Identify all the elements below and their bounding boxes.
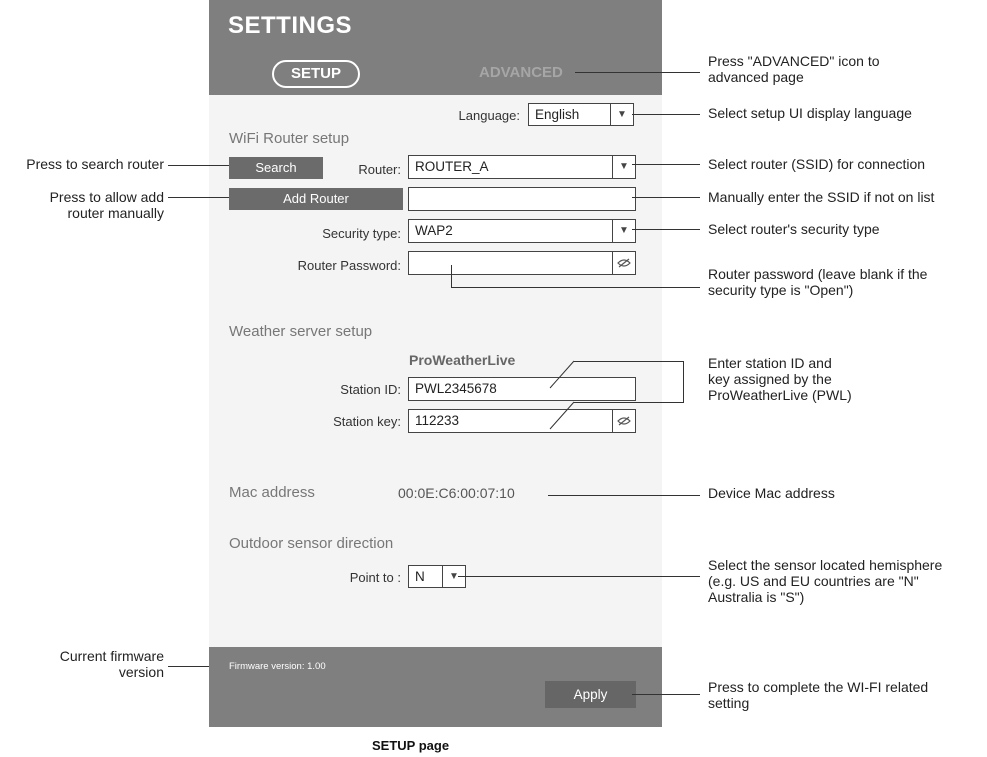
leader-line xyxy=(683,361,684,402)
leader-line xyxy=(451,287,700,288)
annotation-add-router: Press to allow add router manually xyxy=(49,189,164,221)
chevron-down-icon: ▼ xyxy=(610,104,633,125)
leader-line xyxy=(632,229,700,230)
mac-address-label: Mac address xyxy=(229,484,315,501)
router-password-label: Router Password: xyxy=(297,258,401,273)
leader-line xyxy=(458,576,700,577)
leader-line xyxy=(451,265,452,287)
leader-line xyxy=(574,402,684,403)
manual-ssid-input[interactable] xyxy=(408,187,636,211)
firmware-version: Firmware version: 1.00 xyxy=(229,661,326,672)
leader-line xyxy=(168,165,229,166)
leader-line xyxy=(575,72,700,73)
eye-hidden-icon[interactable] xyxy=(612,410,635,432)
sensor-section-title: Outdoor sensor direction xyxy=(229,535,394,552)
leader-line xyxy=(632,114,700,115)
station-key-label: Station key: xyxy=(333,414,401,429)
router-password-input[interactable] xyxy=(408,251,636,275)
mac-address-value: 00:0E:C6:00:07:10 xyxy=(398,485,515,501)
add-router-button[interactable]: Add Router xyxy=(229,188,403,210)
annotation-manual-ssid: Manually enter the SSID if not on list xyxy=(708,189,935,205)
leader-line xyxy=(168,666,209,667)
leader-line xyxy=(632,694,700,695)
annotation-firmware: Current firmware version xyxy=(59,648,164,680)
point-to-label: Point to : xyxy=(349,570,401,585)
annotation-router: Select router (SSID) for connection xyxy=(708,156,926,172)
router-label: Router: xyxy=(358,162,401,177)
chevron-down-icon: ▼ xyxy=(612,156,635,178)
annotation-apply: Press to complete the WI-FI related setti… xyxy=(708,679,929,711)
page-title: SETTINGS xyxy=(228,12,353,39)
leader-line xyxy=(548,495,700,496)
station-id-value: PWL2345678 xyxy=(415,381,497,396)
figure-caption: SETUP page xyxy=(372,738,450,753)
annotation-search: Press to search router xyxy=(26,156,164,172)
tab-advanced[interactable]: ADVANCED xyxy=(479,64,563,81)
annotation-language: Select setup UI display language xyxy=(708,105,912,121)
leader-line xyxy=(574,361,684,362)
eye-hidden-icon[interactable] xyxy=(612,252,635,274)
security-type-value: WAP2 xyxy=(415,223,453,238)
station-key-input[interactable]: 112233 xyxy=(408,409,636,433)
security-type-select[interactable]: WAP2 ▼ xyxy=(408,219,636,243)
weather-section-title: Weather server setup xyxy=(229,323,373,340)
wifi-section-title: WiFi Router setup xyxy=(229,130,350,147)
annotation-password: Router password (leave blank if the secur… xyxy=(708,266,928,298)
station-id-label: Station ID: xyxy=(340,382,401,397)
leader-diagonals xyxy=(549,360,575,430)
annotation-sensor: Select the sensor located hemisphere (e.g… xyxy=(708,557,943,605)
tab-setup[interactable]: SETUP xyxy=(272,60,360,88)
search-button[interactable]: Search xyxy=(229,157,323,179)
router-select[interactable]: ROUTER_A ▼ xyxy=(408,155,636,179)
station-key-value: 112233 xyxy=(415,413,460,428)
security-type-label: Security type: xyxy=(322,226,401,241)
chevron-down-icon: ▼ xyxy=(612,220,635,242)
point-to-value: N xyxy=(415,569,425,584)
annotation-mac: Device Mac address xyxy=(708,485,835,501)
annotation-advanced: Press "ADVANCED" icon to advanced page xyxy=(708,53,880,85)
leader-line xyxy=(632,164,700,165)
language-value: English xyxy=(535,107,580,122)
router-value: ROUTER_A xyxy=(415,159,489,174)
language-label: Language: xyxy=(458,108,520,123)
leader-line xyxy=(632,197,700,198)
annotation-station: Enter station ID and key assigned by the P… xyxy=(708,355,852,403)
provider-name: ProWeatherLive xyxy=(409,352,516,368)
apply-button[interactable]: Apply xyxy=(545,681,636,708)
leader-line xyxy=(168,197,229,198)
station-id-input[interactable]: PWL2345678 xyxy=(408,377,636,401)
annotation-security: Select router's security type xyxy=(708,221,880,237)
language-select[interactable]: English ▼ xyxy=(528,103,634,126)
